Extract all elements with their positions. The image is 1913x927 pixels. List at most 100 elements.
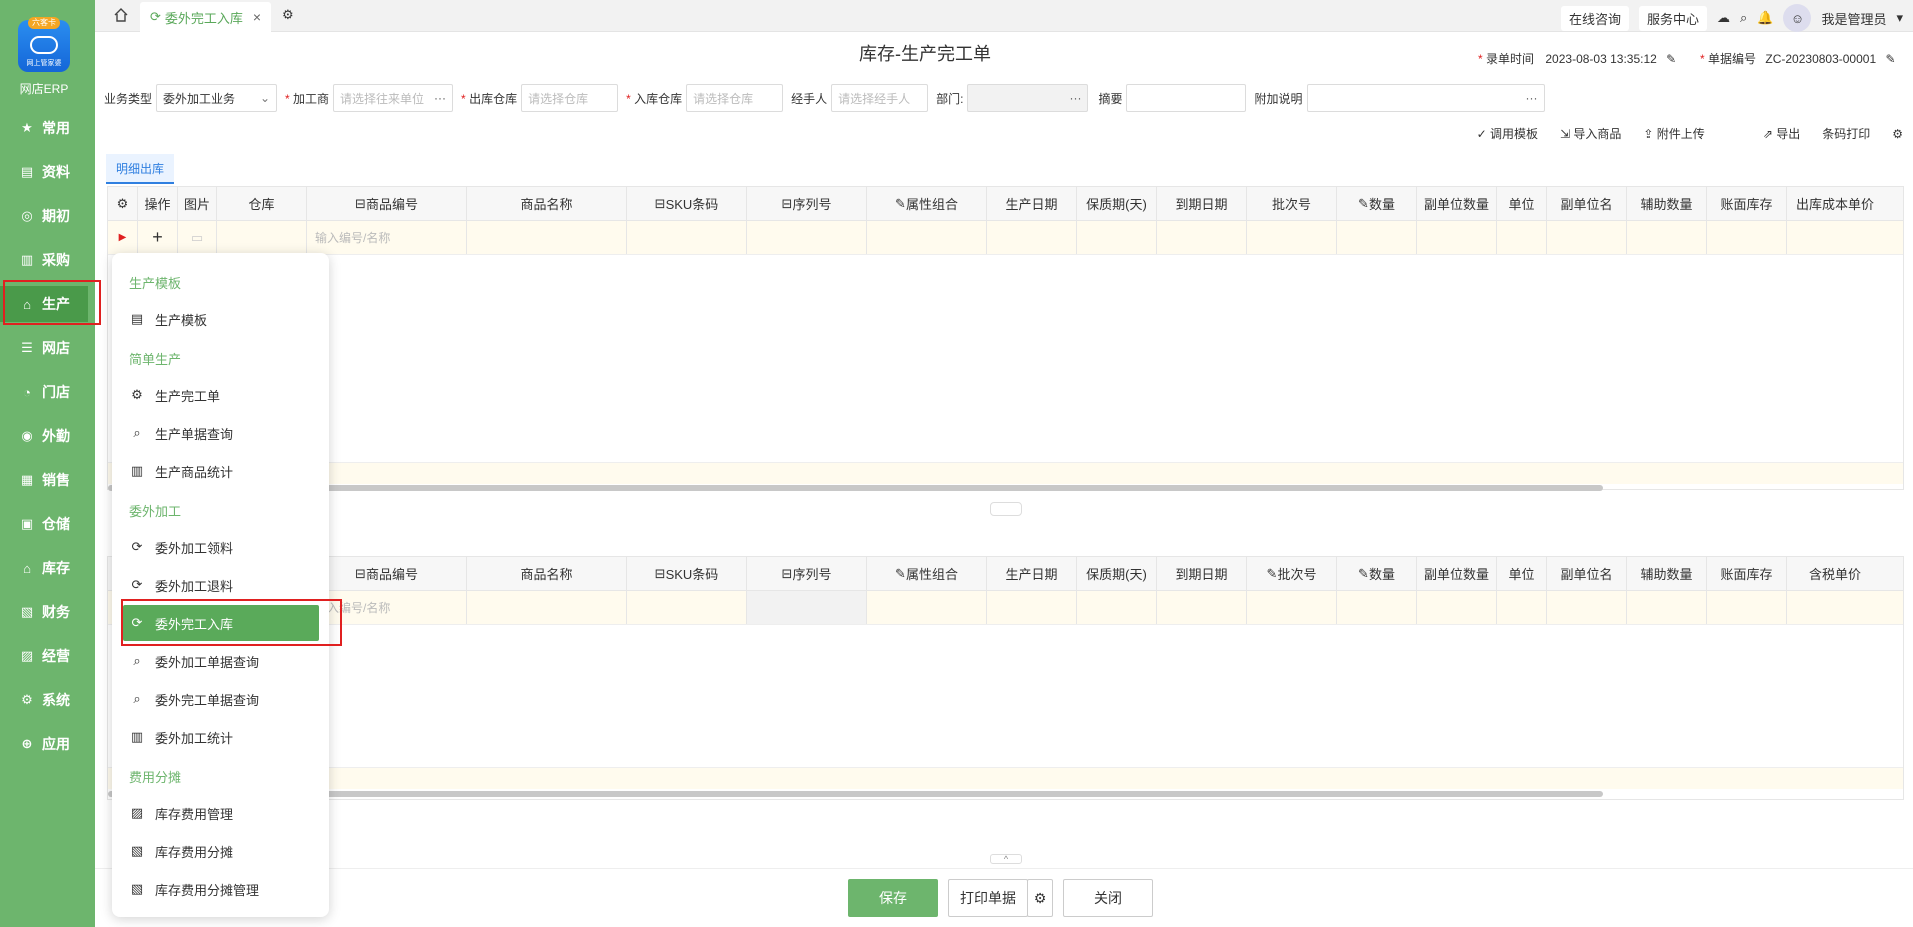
import-button[interactable]: ⇲ 导入商品 <box>1560 125 1621 142</box>
menu-item-production-complete[interactable]: ⚙ 生产完工单 <box>129 379 319 411</box>
export-button[interactable]: ⇗ 导出 <box>1763 125 1800 142</box>
gear-icon[interactable]: ⚙ <box>1892 127 1903 141</box>
menu-item-cost-allocate-manage[interactable]: ▧ 库存费用分摊管理 <box>129 873 319 905</box>
edit-icon[interactable]: ✎ <box>1666 52 1676 66</box>
table-cell[interactable] <box>1157 591 1247 624</box>
more-icon[interactable]: ··· <box>1069 91 1081 105</box>
sidebar-item-common[interactable]: ★ 常用 <box>0 110 95 146</box>
edit-icon[interactable]: ✎ <box>1885 52 1895 66</box>
sidebar-item-store[interactable]: ◔ 门店 <box>0 374 95 410</box>
table-cell[interactable] <box>1337 591 1417 624</box>
table-cell[interactable] <box>1417 591 1497 624</box>
warehouse-cell[interactable] <box>217 221 307 254</box>
service-center-button[interactable]: 服务中心 <box>1638 5 1707 31</box>
table-cell[interactable] <box>1417 221 1497 254</box>
processor-field[interactable]: 请选择往来单位 ··· <box>333 84 454 112</box>
biz-type-select[interactable]: 委外加工业务 ⌄ <box>156 84 278 112</box>
product-code-input[interactable]: 输入编号/名称 <box>307 221 467 254</box>
sidebar-item-sales[interactable]: ▦ 销售 <box>0 462 95 498</box>
table-cell[interactable] <box>1707 221 1787 254</box>
tab-outsource-complete[interactable]: ⟳ 委外完工入库 × <box>140 2 272 32</box>
menu-item-outsource-pick[interactable]: ⟳ 委外加工领料 <box>129 531 319 563</box>
close-button[interactable]: 关闭 <box>1063 879 1153 917</box>
more-icon[interactable]: ··· <box>1526 91 1538 105</box>
table-cell[interactable] <box>1547 591 1627 624</box>
table-cell[interactable] <box>467 591 627 624</box>
table-cell[interactable] <box>1497 221 1547 254</box>
sidebar-item-purchase[interactable]: ▥ 采购 <box>0 242 95 278</box>
menu-item-production-query[interactable]: ⌕ 生产单据查询 <box>129 417 319 449</box>
out-warehouse-field[interactable]: 请选择仓库 <box>521 84 619 112</box>
table-cell[interactable] <box>1077 591 1157 624</box>
table-cell[interactable] <box>627 221 747 254</box>
table-cell[interactable] <box>1247 221 1337 254</box>
in-warehouse-field[interactable]: 请选择仓库 <box>686 84 784 112</box>
template-button[interactable]: ✓ 调用模板 <box>1477 125 1538 142</box>
table-cell[interactable] <box>1787 591 1883 624</box>
sidebar-item-inventory[interactable]: ⌂ 库存 <box>0 550 95 586</box>
user-name[interactable]: 我是管理员 <box>1821 9 1886 28</box>
bell-icon[interactable]: 🔔 <box>1757 10 1773 26</box>
gear-icon[interactable]: ⚙ <box>108 187 138 220</box>
add-row-button[interactable]: + <box>138 221 178 254</box>
sidebar-item-system[interactable]: ⚙ 系统 <box>0 682 95 718</box>
table-cell[interactable] <box>1337 221 1417 254</box>
save-button[interactable]: 保存 <box>848 879 938 917</box>
table-cell[interactable] <box>747 591 867 624</box>
sidebar-item-opening[interactable]: ◎ 期初 <box>0 198 95 234</box>
cloud-download-icon[interactable]: ☁ <box>1717 10 1730 26</box>
close-icon[interactable]: × <box>253 9 261 25</box>
table-cell[interactable] <box>867 221 987 254</box>
chevron-down-icon[interactable]: ▾ <box>1896 10 1903 26</box>
table-cell[interactable] <box>747 221 867 254</box>
sidebar-item-finance[interactable]: ▧ 财务 <box>0 594 95 630</box>
table-cell[interactable] <box>987 221 1077 254</box>
table-cell[interactable] <box>1247 591 1337 624</box>
more-icon[interactable]: ··· <box>434 91 446 105</box>
handler-field[interactable]: 请选择经手人 <box>831 84 929 112</box>
table-cell[interactable] <box>987 591 1077 624</box>
table-cell[interactable] <box>1497 591 1547 624</box>
app-logo[interactable]: 六客卡 网上管家婆 <box>18 17 70 72</box>
sidebar-item-eshop[interactable]: ☰ 网店 <box>0 330 95 366</box>
print-settings-gear-icon[interactable]: ⚙ <box>1027 879 1053 917</box>
menu-item-outsource-return[interactable]: ⟳ 委外加工退料 <box>129 569 319 601</box>
menu-item-production-template[interactable]: ▤ 生产模板 <box>129 303 319 335</box>
summary-input[interactable] <box>1126 84 1247 112</box>
menu-item-cost-allocate[interactable]: ▧ 库存费用分摊 <box>129 835 319 867</box>
note-field[interactable]: ··· <box>1306 84 1545 112</box>
online-consult-button[interactable]: 在线咨询 <box>1560 5 1629 31</box>
menu-item-outsource-complete-query[interactable]: ⌕ 委外完工单据查询 <box>129 683 319 715</box>
print-button[interactable]: 打印单据 <box>948 879 1028 917</box>
table-cell[interactable] <box>1547 221 1627 254</box>
avatar[interactable]: ☺ <box>1783 4 1812 32</box>
sidebar-item-apps[interactable]: ⊕ 应用 <box>0 726 95 762</box>
gear-icon[interactable]: ⚙ <box>282 7 294 23</box>
menu-item-production-stats[interactable]: ▥ 生产商品统计 <box>129 455 319 487</box>
splitter-handle[interactable] <box>990 502 1022 516</box>
horizontal-scrollbar[interactable] <box>108 485 1603 491</box>
tab-detail-out[interactable]: 明细出库 <box>106 154 175 184</box>
sidebar-item-operation[interactable]: ▨ 经营 <box>0 638 95 674</box>
table-cell[interactable] <box>1627 591 1707 624</box>
menu-item-outsource-stats[interactable]: ▥ 委外加工统计 <box>129 721 319 753</box>
dept-field[interactable]: ··· <box>967 84 1089 112</box>
chevron-up-icon[interactable]: ^ <box>990 854 1022 864</box>
sidebar-item-warehouse[interactable]: ▣ 仓储 <box>0 506 95 542</box>
table-cell[interactable] <box>867 591 987 624</box>
table-cell[interactable] <box>1707 591 1787 624</box>
search-icon[interactable]: ⌕ <box>1740 10 1747 26</box>
home-icon[interactable] <box>113 7 129 23</box>
table-cell[interactable] <box>1787 221 1883 254</box>
horizontal-scrollbar[interactable] <box>108 791 1603 797</box>
table-cell[interactable] <box>1627 221 1707 254</box>
sidebar-item-field[interactable]: ◉ 外勤 <box>0 418 95 454</box>
menu-item-outsource-query[interactable]: ⌕ 委外加工单据查询 <box>129 645 319 677</box>
table-cell[interactable] <box>467 221 627 254</box>
attach-button[interactable]: ⇪ 附件上传 <box>1643 125 1704 142</box>
table-cell[interactable] <box>1077 221 1157 254</box>
menu-item-cost-manage[interactable]: ▨ 库存费用管理 <box>129 797 319 829</box>
sidebar-item-data[interactable]: ▤ 资料 <box>0 154 95 190</box>
image-icon[interactable]: ▭ <box>178 221 217 254</box>
table-cell[interactable] <box>627 591 747 624</box>
